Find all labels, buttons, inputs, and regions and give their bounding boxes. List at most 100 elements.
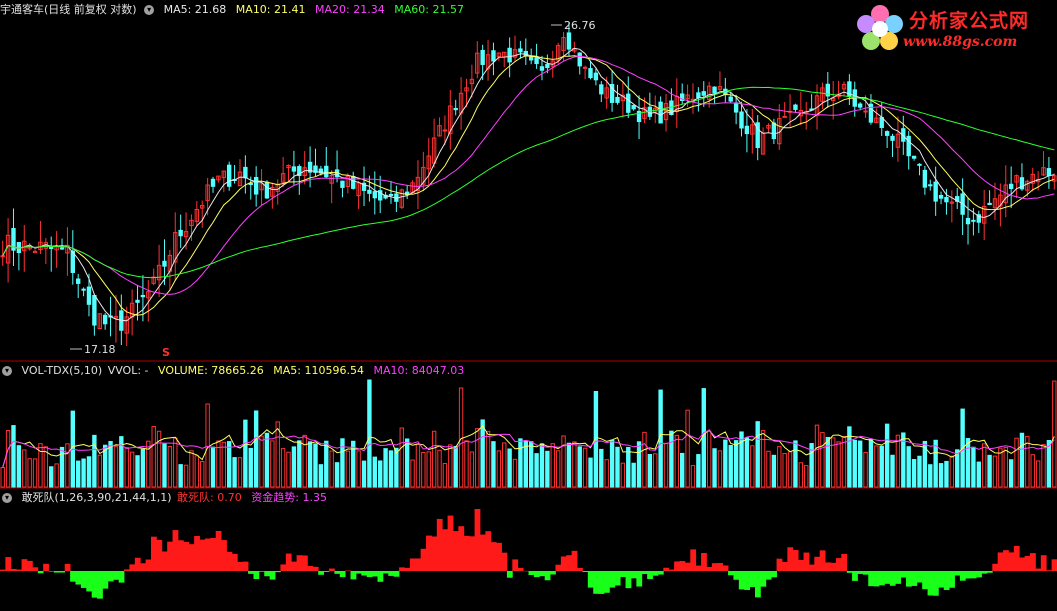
indicator-bar-negative <box>738 571 745 590</box>
volume-bar <box>992 455 998 488</box>
indicator-bar-positive <box>5 557 12 571</box>
volume-bar <box>534 453 539 488</box>
volume-bar <box>766 450 771 488</box>
volume-bar <box>135 455 140 488</box>
volume-bar <box>307 441 313 488</box>
indicator-bar-negative <box>334 571 341 574</box>
indicator-bar-negative <box>80 571 87 588</box>
candle-body <box>81 288 86 291</box>
ma20-value: MA20: 21.34 <box>315 3 385 16</box>
indicator-bar-positive <box>469 536 475 571</box>
volume-bar <box>723 439 728 488</box>
gsd-value: 敢死队: 0.70 <box>177 491 242 504</box>
volume-bar <box>334 462 340 488</box>
candle-body <box>933 181 938 202</box>
candle-body <box>523 50 528 57</box>
indicator-bar-negative <box>361 571 368 576</box>
volume-settings-icon[interactable]: ▾ <box>2 366 12 376</box>
candle-body <box>253 176 259 195</box>
volume-bar <box>680 452 685 488</box>
volume-bar <box>496 450 502 488</box>
candle-body <box>324 165 329 178</box>
indicator-bar-negative <box>755 571 761 598</box>
volume-bar <box>674 434 679 488</box>
volume-bar <box>976 461 981 488</box>
volume-bar <box>696 454 701 488</box>
stock-chart[interactable] <box>0 0 1057 611</box>
indicator-bar-negative <box>550 571 556 575</box>
volume-bar <box>291 446 297 488</box>
candle-body <box>701 91 706 96</box>
indicator-bar-positive <box>835 558 842 571</box>
indicator-bar-positive <box>668 569 675 571</box>
indicator-bar-negative <box>366 571 373 578</box>
candle-body <box>599 84 604 95</box>
indicator-bar-positive <box>447 515 454 571</box>
candle-body <box>631 105 636 110</box>
volume-bar <box>410 459 415 488</box>
volume-bar <box>356 450 361 488</box>
indicator-bar-negative <box>382 571 389 574</box>
volume-bar <box>706 430 712 488</box>
indicator-bar-positive <box>399 567 405 571</box>
indicator-bar-negative <box>544 571 551 581</box>
volume-bar <box>194 455 200 488</box>
indicator-bar-negative <box>981 571 988 574</box>
indicator-settings-icon[interactable]: ▾ <box>2 493 12 503</box>
indicator-bar-negative <box>339 571 346 578</box>
indicator-bar-positive <box>1051 559 1057 571</box>
volume-bar <box>518 438 523 488</box>
indicator-bar-negative <box>922 571 928 590</box>
indicator-bar-positive <box>172 530 179 571</box>
indicator-bar-positive <box>199 539 206 571</box>
volume-bar <box>825 436 830 488</box>
volume-bar <box>421 451 426 488</box>
indicator-bar-positive <box>841 553 848 571</box>
volume-bar <box>663 442 669 488</box>
settings-gear-icon[interactable]: ▾ <box>144 5 155 15</box>
indicator-bar-positive <box>787 547 794 571</box>
volume-bar <box>965 438 971 488</box>
indicator-bar-negative <box>86 571 93 592</box>
indicator-bar-positive <box>242 561 249 571</box>
indicator-bar-positive <box>1003 550 1009 571</box>
indicator-bar-positive <box>825 562 831 571</box>
volume-title: VOL-TDX(5,10) <box>21 364 103 377</box>
candle-body <box>928 184 933 187</box>
candle-body <box>102 314 108 325</box>
candle-body <box>545 64 550 69</box>
candle-body <box>863 110 868 113</box>
volume-bar <box>475 428 480 488</box>
volume-bar <box>92 434 97 488</box>
indicator-bar-positive <box>517 567 524 571</box>
indicator-bar-positive <box>577 567 583 571</box>
candle-body <box>0 255 5 258</box>
volume-bar <box>205 403 210 488</box>
volume-bar <box>690 465 696 488</box>
indicator-bar-positive <box>16 569 22 571</box>
indicator-bar-positive <box>204 538 211 571</box>
volume-bar <box>173 437 178 488</box>
volume-bar <box>577 446 582 488</box>
indicator-bar-positive <box>426 535 432 571</box>
volume-bar <box>615 446 620 488</box>
indicator-bar-negative <box>900 571 907 578</box>
volume-bar <box>545 450 550 488</box>
candle-body <box>712 86 717 94</box>
indicator-bar-negative <box>598 571 605 594</box>
candle-body <box>135 299 140 303</box>
candle-body <box>210 178 216 187</box>
volume-bar <box>539 443 545 488</box>
volume-bar <box>852 439 857 488</box>
indicator-bar-negative <box>965 571 972 579</box>
volume-bar <box>1052 380 1057 488</box>
volume-bar <box>653 453 658 488</box>
volume-bar <box>857 440 863 488</box>
price-header: 宇通客车(日线 前复权 对数) ▾ MA5: 21.68 MA10: 21.41… <box>0 2 470 18</box>
volume-bar <box>798 462 804 488</box>
indicator-bar-negative <box>932 571 939 596</box>
indicator-bar-positive <box>1008 552 1015 571</box>
volume-bar <box>917 455 922 488</box>
indicator-bar-negative <box>275 571 281 573</box>
volume-bar <box>998 447 1003 488</box>
